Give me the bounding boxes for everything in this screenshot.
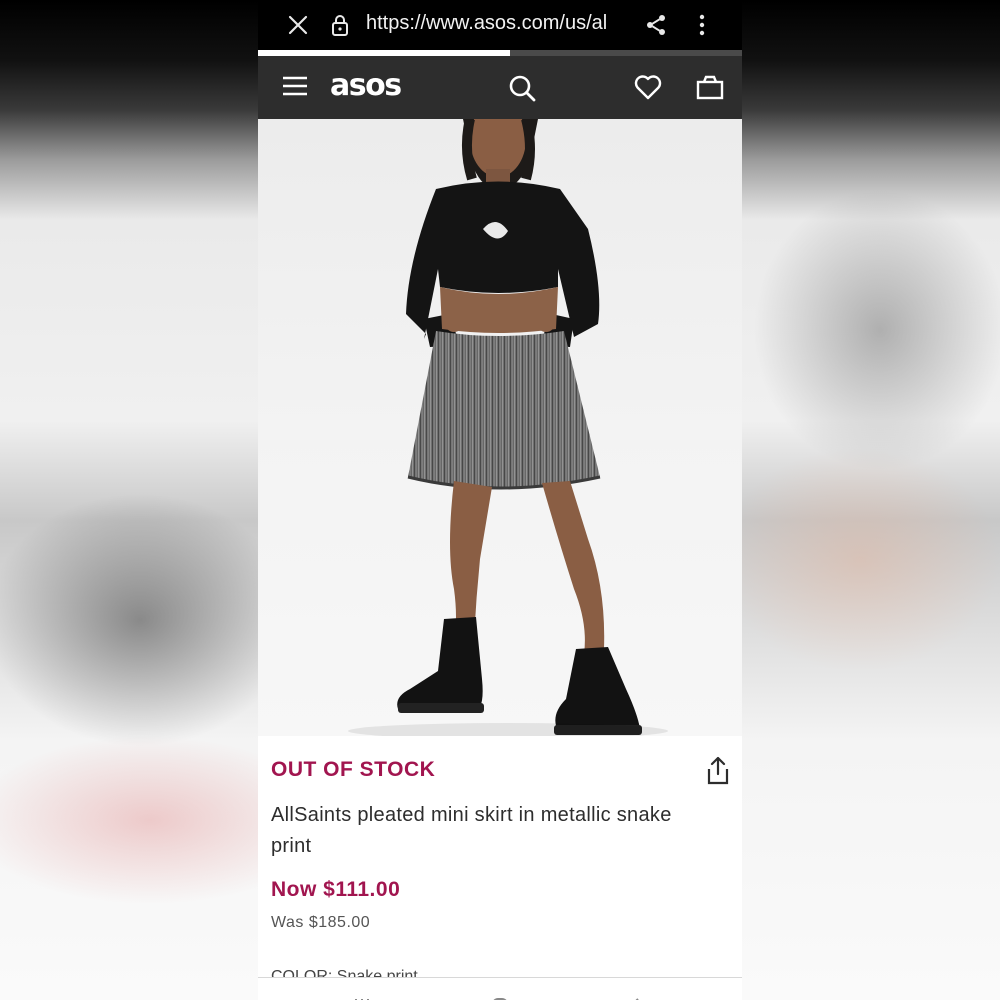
product-info: OUT OF STOCK AllSaints pleated mini skir…: [258, 736, 742, 1000]
search-icon[interactable]: [508, 74, 536, 102]
home-icon[interactable]: [490, 992, 510, 1000]
system-nav-bar: [258, 978, 742, 1000]
stock-status: OUT OF STOCK: [271, 758, 436, 781]
phone-screen: https://www.asos.com/us/al asos OUT OF S…: [258, 0, 742, 1000]
browser-toolbar: https://www.asos.com/us/al: [258, 0, 742, 50]
asos-logo[interactable]: asos: [330, 68, 402, 103]
recent-apps-icon[interactable]: [352, 992, 372, 1000]
price-now: Now $111.00: [271, 878, 401, 901]
site-header: asos: [258, 56, 742, 119]
bag-icon[interactable]: [696, 74, 724, 100]
lock-icon[interactable]: [330, 13, 350, 37]
close-icon[interactable]: [286, 13, 310, 37]
price-was: Was $185.00: [271, 914, 371, 931]
product-image[interactable]: [258, 119, 742, 736]
url-field[interactable]: https://www.asos.com/us/al: [366, 12, 626, 35]
back-icon[interactable]: [626, 992, 646, 1000]
product-name: AllSaints pleated mini skirt in metallic…: [271, 804, 672, 857]
share-icon[interactable]: [644, 13, 668, 37]
more-vert-icon[interactable]: [692, 13, 712, 37]
colour-label: COLOR: Snake print: [271, 969, 418, 977]
heart-icon[interactable]: [634, 74, 662, 100]
share-upload-icon[interactable]: [704, 756, 732, 786]
hamburger-icon[interactable]: [282, 75, 308, 97]
